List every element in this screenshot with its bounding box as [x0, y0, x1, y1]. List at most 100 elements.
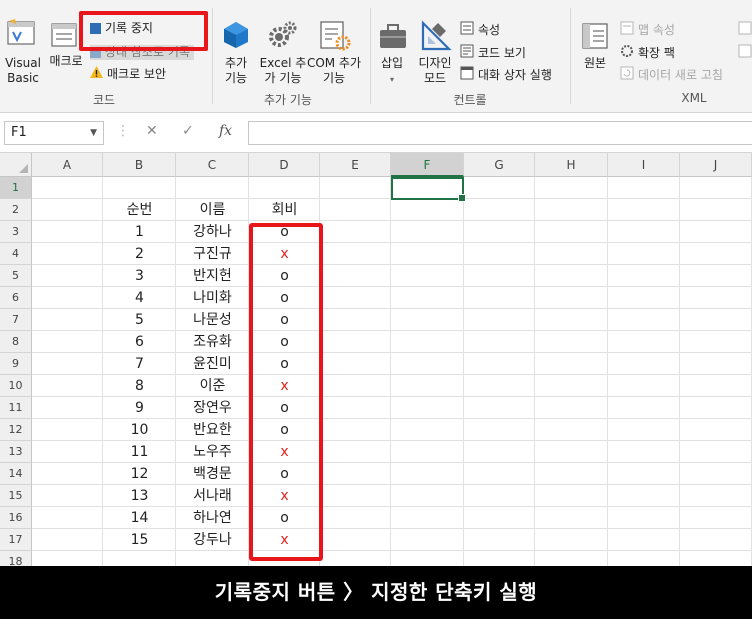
worksheet-grid[interactable]: ABCDEFGHIJ 1 2 3 4 5 6 7 8 9 10 11 12 13 14 15 16 17 18 순… — [0, 153, 752, 568]
vba-editor-icon[interactable] — [6, 18, 38, 48]
cell[interactable]: 회비 — [249, 199, 320, 221]
cell[interactable]: 하나연 — [176, 507, 249, 529]
cell[interactable]: 2 — [103, 243, 176, 265]
properties-button[interactable]: 속성 — [460, 21, 500, 39]
column-header[interactable]: G — [464, 153, 535, 177]
cell[interactable]: 반요한 — [176, 419, 249, 441]
excel-addins-button[interactable]: Excel 추가 기능 — [258, 56, 308, 86]
row-header[interactable]: 8 — [0, 331, 32, 353]
expansion-packs-button[interactable]: 확장 팩 — [620, 44, 675, 62]
row-header[interactable]: 14 — [0, 463, 32, 485]
row-header[interactable]: 4 — [0, 243, 32, 265]
selected-cell[interactable] — [391, 177, 466, 202]
select-all-button[interactable] — [0, 153, 32, 177]
toolbox-icon[interactable] — [378, 22, 408, 50]
row-header[interactable]: 13 — [0, 441, 32, 463]
design-ruler-icon[interactable] — [420, 20, 452, 52]
column-header[interactable]: E — [320, 153, 391, 177]
cancel-icon[interactable]: ✕ — [146, 123, 158, 139]
cell[interactable]: 8 — [103, 375, 176, 397]
run-dialog-label: 대화 상자 실행 — [478, 67, 552, 82]
cell[interactable]: 강두나 — [176, 529, 249, 551]
row-header[interactable]: 9 — [0, 353, 32, 375]
expansion-packs-label: 확장 팩 — [638, 45, 675, 60]
cell[interactable]: 조유화 — [176, 331, 249, 353]
column-header[interactable]: A — [32, 153, 103, 177]
cell[interactable]: 노우주 — [176, 441, 249, 463]
cell[interactable]: 5 — [103, 309, 176, 331]
cell[interactable]: 1 — [103, 221, 176, 243]
column-header[interactable]: F — [391, 153, 464, 177]
caption-text: 기록중지 버튼 〉 지정한 단축키 실행 — [0, 566, 752, 619]
column-header[interactable]: H — [535, 153, 608, 177]
row-header[interactable]: 16 — [0, 507, 32, 529]
row-header[interactable]: 2 — [0, 199, 32, 221]
addins-button[interactable]: 추가 기능 — [220, 56, 252, 86]
row-header[interactable]: 10 — [0, 375, 32, 397]
column-header[interactable]: B — [103, 153, 176, 177]
row-header[interactable]: 11 — [0, 397, 32, 419]
macro-security-button[interactable]: 매크로 보안 — [90, 66, 166, 82]
name-box[interactable]: F1 ▼ — [4, 121, 104, 145]
cell[interactable]: 순번 — [103, 199, 176, 221]
cell[interactable]: 이름 — [176, 199, 249, 221]
macro-button[interactable]: 매크로 — [46, 54, 86, 69]
com-addins-button[interactable]: COM 추가 기능 — [304, 56, 364, 86]
cell[interactable]: 나문성 — [176, 309, 249, 331]
cell[interactable]: 4 — [103, 287, 176, 309]
row-header[interactable]: 6 — [0, 287, 32, 309]
map-properties-icon — [620, 21, 634, 39]
store-cube-icon[interactable] — [222, 20, 250, 50]
insert-function-icon[interactable]: fx — [219, 123, 232, 139]
row-header[interactable]: 5 — [0, 265, 32, 287]
cell[interactable]: 강하나 — [176, 221, 249, 243]
cell[interactable]: 장연우 — [176, 397, 249, 419]
cell[interactable]: 7 — [103, 353, 176, 375]
cell[interactable]: 구진규 — [176, 243, 249, 265]
column-header[interactable]: C — [176, 153, 249, 177]
confirm-icon[interactable]: ✓ — [182, 123, 194, 139]
controls-group-label: 컨트롤 — [453, 93, 487, 107]
insert-button[interactable]: 삽입 ▾ — [376, 56, 408, 87]
record-stop-highlight — [79, 11, 208, 51]
row-header[interactable]: 1 — [0, 177, 32, 199]
map-properties-button[interactable]: 맵 속성 — [620, 21, 675, 39]
column-header[interactable]: I — [608, 153, 680, 177]
row-header[interactable]: 17 — [0, 529, 32, 551]
refresh-icon — [620, 66, 634, 84]
design-mode-button[interactable]: 디자인 모드 — [414, 56, 456, 86]
column-header[interactable]: J — [680, 153, 752, 177]
cell[interactable]: 3 — [103, 265, 176, 287]
macro-list-icon[interactable] — [50, 22, 80, 50]
cell[interactable]: 이준 — [176, 375, 249, 397]
cell[interactable]: 백경문 — [176, 463, 249, 485]
cell[interactable]: 반지헌 — [176, 265, 249, 287]
dialog-icon — [460, 66, 474, 84]
formula-input[interactable] — [248, 121, 752, 145]
cell[interactable]: 15 — [103, 529, 176, 551]
cell[interactable]: 윤진미 — [176, 353, 249, 375]
run-dialog-button[interactable]: 대화 상자 실행 — [460, 66, 552, 84]
refresh-data-button[interactable]: 데이터 새로 고침 — [620, 66, 723, 84]
row-header[interactable]: 7 — [0, 309, 32, 331]
view-code-button[interactable]: 코드 보기 — [460, 44, 526, 62]
chevron-down-icon[interactable]: ▼ — [90, 122, 97, 144]
xml-source-button[interactable]: 원본 — [578, 56, 612, 71]
cell[interactable]: 14 — [103, 507, 176, 529]
cell[interactable]: 6 — [103, 331, 176, 353]
column-header[interactable]: D — [249, 153, 320, 177]
com-addins-icon[interactable] — [318, 20, 352, 52]
cell[interactable]: 10 — [103, 419, 176, 441]
row-header[interactable]: 15 — [0, 485, 32, 507]
cell[interactable]: 서나래 — [176, 485, 249, 507]
xml-source-icon[interactable] — [580, 22, 610, 50]
cell[interactable]: 11 — [103, 441, 176, 463]
visual-basic-button[interactable]: Visual Basic — [2, 56, 44, 86]
row-header[interactable]: 3 — [0, 221, 32, 243]
gear-icon[interactable] — [266, 20, 298, 52]
cell[interactable]: 13 — [103, 485, 176, 507]
cell[interactable]: 나미화 — [176, 287, 249, 309]
row-header[interactable]: 12 — [0, 419, 32, 441]
cell[interactable]: 9 — [103, 397, 176, 419]
cell[interactable]: 12 — [103, 463, 176, 485]
